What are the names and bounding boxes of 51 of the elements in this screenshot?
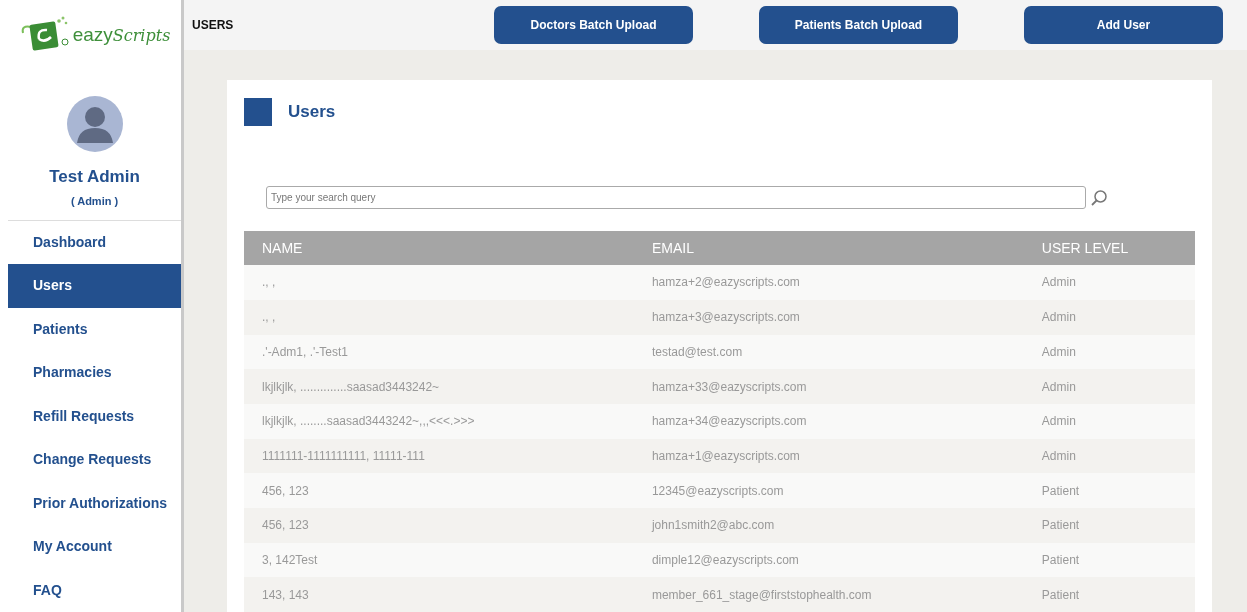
table-cell: Patient xyxy=(1023,507,1195,543)
table-cell: 1111111-1111111111, 11111-111 xyxy=(244,438,634,474)
table-cell: hamza+34@eazyscripts.com xyxy=(633,403,1024,439)
table-cell: Admin xyxy=(1023,438,1195,474)
table-cell: 143, 143 xyxy=(244,577,634,612)
table-cell: Admin xyxy=(1023,369,1195,404)
header-button[interactable]: Add User xyxy=(1024,6,1223,45)
table-cell: member_661_stage@firststophealth.com xyxy=(633,577,1024,612)
table-cell: Admin xyxy=(1023,265,1195,300)
title-square-icon xyxy=(244,98,272,127)
sidebar-item[interactable]: Users xyxy=(8,264,181,308)
table-cell: ., , xyxy=(244,265,634,300)
header-button[interactable]: Patients Batch Upload xyxy=(759,6,958,45)
logo-text: eazyScripts xyxy=(72,23,171,47)
panel-title: Users xyxy=(288,101,336,124)
table-cell: testad@test.com xyxy=(633,334,1024,370)
table-cell: lkjlkjlk, ..............saasad3443242~ xyxy=(244,369,634,404)
avatar-icon xyxy=(66,95,123,152)
table-cell: Admin xyxy=(1023,299,1195,335)
table-cell: Admin xyxy=(1023,334,1195,370)
table-cell: ., , xyxy=(244,299,634,335)
table-cell: 456, 123 xyxy=(244,507,634,543)
search-field[interactable]: Type your search query xyxy=(266,186,1086,210)
table-cell: Patient xyxy=(1023,577,1195,612)
sidebar-item[interactable]: Patients xyxy=(8,307,181,351)
user-role: ( Admin ) xyxy=(70,194,119,209)
table-cell: .'-Adm1, .'-Test1 xyxy=(244,334,634,370)
sidebar-item[interactable]: FAQ xyxy=(8,568,181,612)
table-cell: 3, 142Test xyxy=(244,542,634,578)
table-cell: dimple12@eazyscripts.com xyxy=(633,542,1024,578)
sidebar-item[interactable]: Dashboard xyxy=(8,220,181,264)
table-cell: 456, 123 xyxy=(244,473,634,508)
table-cell: hamza+3@eazyscripts.com xyxy=(633,299,1024,335)
table-cell: Patient xyxy=(1023,473,1195,508)
table-cell: lkjlkjlk, ........saasad3443242~,,,<<<.>>> xyxy=(244,403,634,439)
user-name: Test Admin xyxy=(49,165,140,188)
table-cell: john1smith2@abc.com xyxy=(633,507,1024,543)
table-cell: Patient xyxy=(1023,542,1195,578)
header-button[interactable]: Doctors Batch Upload xyxy=(494,6,693,45)
sidebar-item[interactable]: Change Requests xyxy=(8,438,181,482)
page-title: USERS xyxy=(192,17,235,35)
table-cell: hamza+2@eazyscripts.com xyxy=(633,265,1024,300)
sidebar-item[interactable]: Pharmacies xyxy=(8,351,181,395)
search-icon[interactable] xyxy=(1090,188,1108,207)
table-cell: 12345@eazyscripts.com xyxy=(633,473,1024,508)
table-cell: hamza+1@eazyscripts.com xyxy=(633,438,1024,474)
sidebar-item[interactable]: Refill Requests xyxy=(8,394,181,438)
table-cell: hamza+33@eazyscripts.com xyxy=(633,369,1024,404)
sidebar-item[interactable]: Prior Authorizations xyxy=(8,481,181,525)
table-cell: Admin xyxy=(1023,403,1195,439)
sidebar-item[interactable]: My Account xyxy=(8,525,181,569)
